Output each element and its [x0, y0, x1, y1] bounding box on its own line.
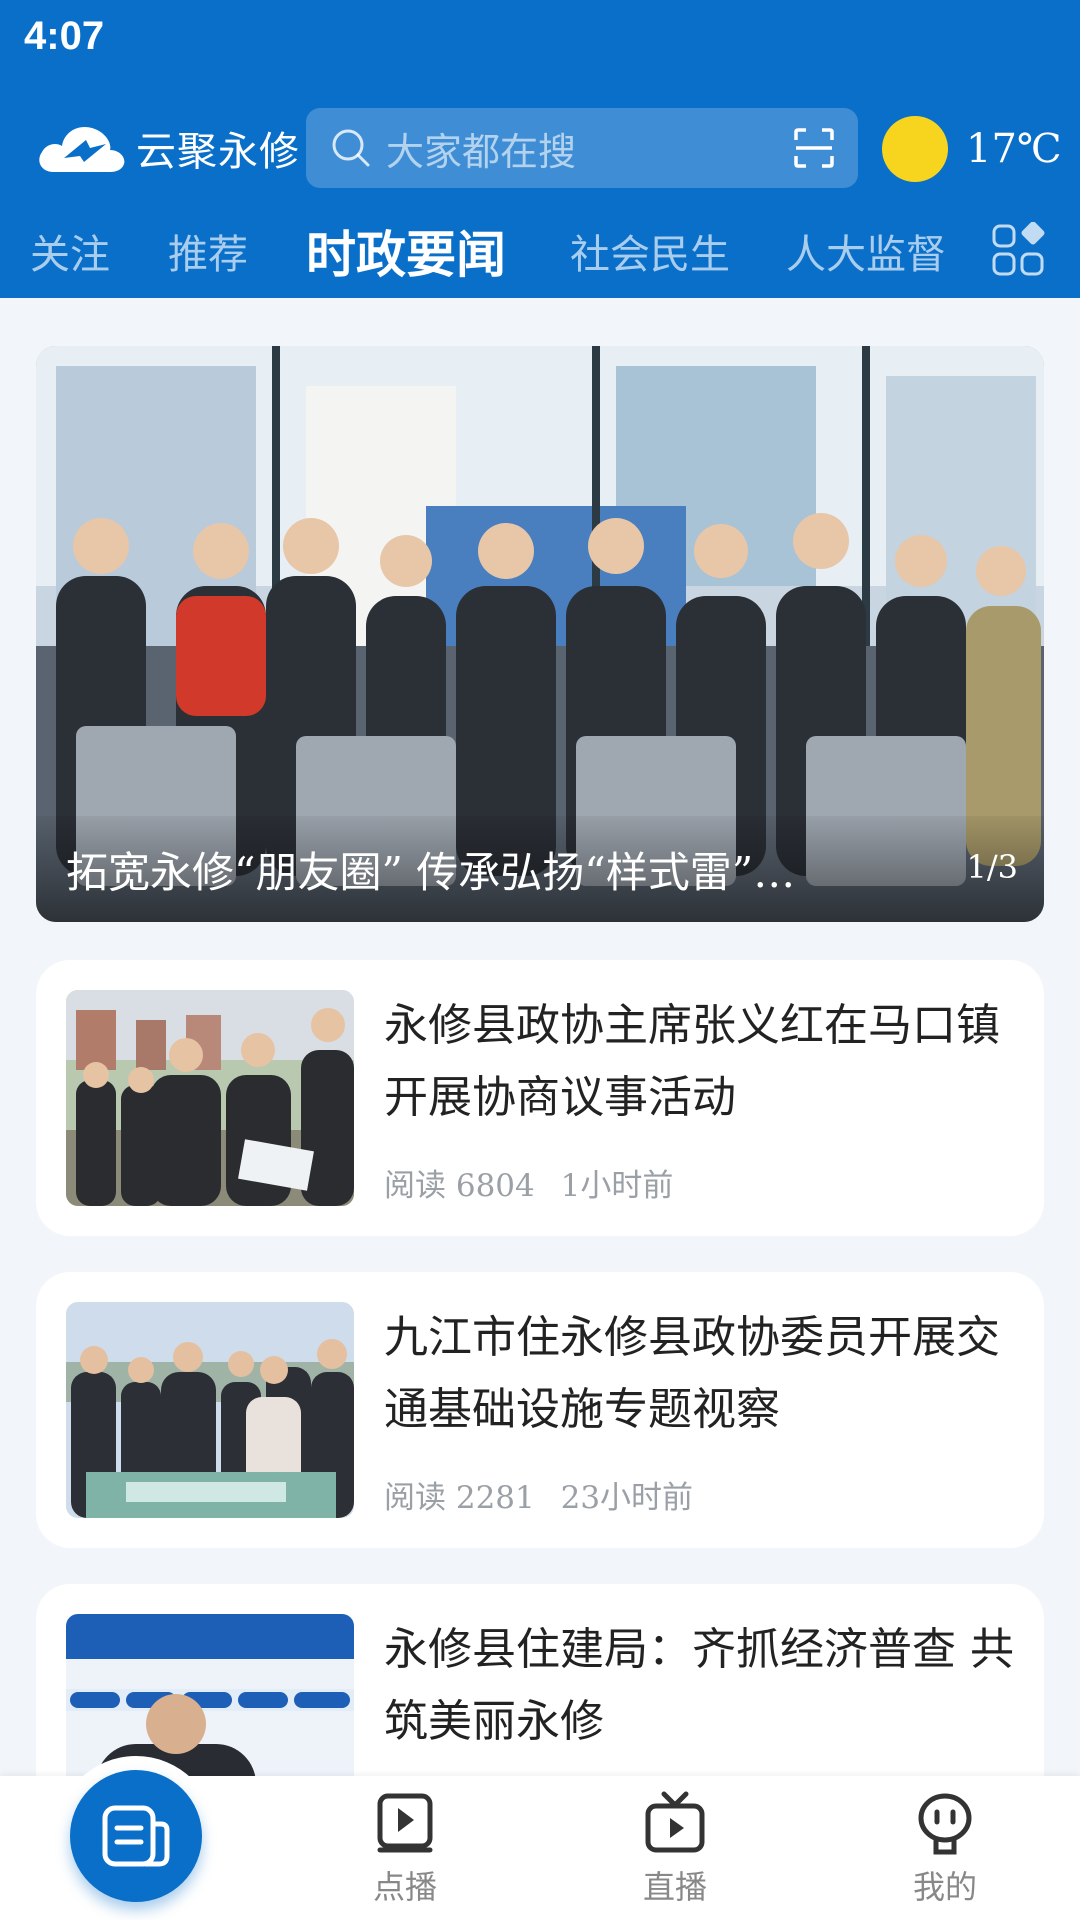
- nav-profile[interactable]: 我的: [865, 1790, 1025, 1908]
- status-time: 4:07: [24, 14, 105, 58]
- news-thumbnail: [66, 1302, 354, 1518]
- search-placeholder: 大家都在搜: [386, 129, 577, 174]
- search-icon: [332, 129, 370, 167]
- news-time: 1小时前: [560, 1168, 674, 1204]
- app-logo: 云聚永修: [34, 118, 300, 178]
- profile-icon: [918, 1793, 972, 1855]
- news-meta: 阅读 2281 23小时前: [384, 1472, 709, 1517]
- news-card[interactable]: 永修县政协主席张义红在马口镇开展协商议事活动 阅读 6804 1小时前: [36, 960, 1044, 1236]
- nav-label-live: 直播: [642, 1868, 707, 1906]
- news-title: 永修县政协主席张义红在马口镇开展协商议事活动: [384, 1000, 1000, 1123]
- channel-grid-icon[interactable]: [990, 222, 1046, 278]
- hero-carousel[interactable]: 拓宽永修“朋友圈” 传承弘扬“样式雷”… 1/3: [36, 346, 1044, 922]
- live-tv-icon: [645, 1791, 705, 1853]
- nav-label-profile: 我的: [912, 1868, 977, 1906]
- tab-social-livelihood[interactable]: 社会民生: [570, 222, 730, 288]
- nav-video-on-demand[interactable]: 点播: [325, 1790, 485, 1908]
- app-name: 云聚永修: [136, 129, 300, 175]
- nav-live[interactable]: 直播: [595, 1790, 755, 1908]
- news-read-count: 阅读 2281: [384, 1480, 535, 1516]
- video-on-demand-icon: [377, 1793, 433, 1853]
- top-header: 4:07 云聚永修 大家都在搜 17℃ 关注 推荐 时政要闻 社会民生 人大监督: [0, 0, 1080, 298]
- news-icon: [102, 1805, 170, 1867]
- cloud-logo-icon: [39, 126, 125, 172]
- tab-follow[interactable]: 关注: [30, 222, 110, 288]
- tab-politics-news[interactable]: 时政要闻: [306, 222, 506, 288]
- hero-caption: 拓宽永修“朋友圈” 传承弘扬“样式雷”…: [36, 816, 1044, 922]
- search-bar[interactable]: 大家都在搜: [306, 108, 858, 188]
- news-time: 23小时前: [560, 1480, 694, 1516]
- tab-npc-supervision[interactable]: 人大监督: [786, 222, 946, 288]
- news-meta: 阅读 6804 1小时前: [384, 1160, 689, 1205]
- nav-home-news[interactable]: [70, 1770, 202, 1902]
- news-title: 九江市住永修县政协委员开展交通基础设施专题视察: [384, 1312, 1000, 1435]
- weather-widget[interactable]: 17℃: [882, 116, 1062, 182]
- news-card[interactable]: 九江市住永修县政协委员开展交通基础设施专题视察 阅读 2281 23小时前: [36, 1272, 1044, 1548]
- scan-icon[interactable]: [792, 126, 836, 170]
- news-thumbnail: [66, 990, 354, 1206]
- hero-title: 拓宽永修“朋友圈” 传承弘扬“样式雷”…: [66, 847, 796, 897]
- news-read-count: 阅读 6804: [384, 1168, 535, 1204]
- sun-icon: [882, 116, 948, 182]
- news-title: 永修县住建局：齐抓经济普查 共筑美丽永修: [384, 1624, 1014, 1747]
- nav-label-video-on-demand: 点播: [372, 1868, 437, 1906]
- category-tabs: 关注 推荐 时政要闻 社会民生 人大监督: [0, 222, 1080, 288]
- hero-pager: 1/3: [966, 848, 1019, 886]
- weather-temperature: 17℃: [966, 126, 1062, 172]
- tab-recommend[interactable]: 推荐: [168, 222, 248, 288]
